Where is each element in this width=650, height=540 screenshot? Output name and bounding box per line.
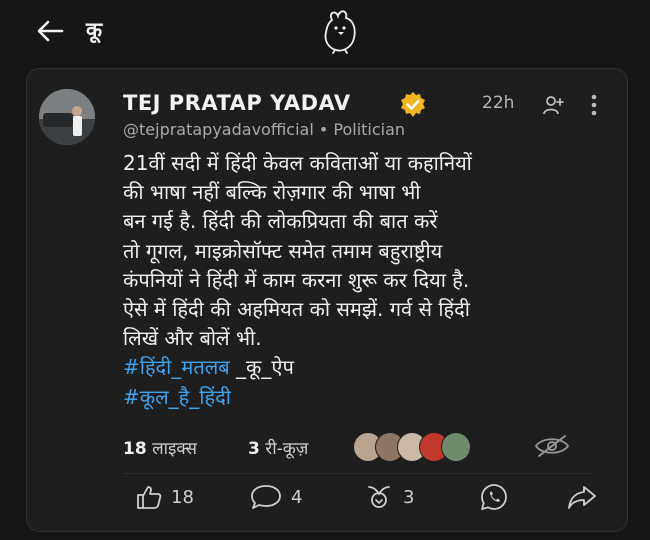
back-arrow-icon <box>37 20 64 42</box>
thumbs-up-icon <box>137 486 162 509</box>
share-icon <box>568 486 596 509</box>
hashtag-link[interactable]: #कूल_है_हिंदी <box>123 385 231 409</box>
post-text-line: की भाषा नहीं बल्कि रोज़गार की भाषा भी <box>123 180 421 205</box>
top-bar: कू <box>0 0 650 62</box>
author-name[interactable]: TEJ PRATAP YADAV <box>123 91 351 115</box>
rekoos-label: री-कूज़ <box>259 439 309 459</box>
comment-icon <box>251 485 281 509</box>
comment-count: 4 <box>291 486 303 508</box>
koo-post-card[interactable]: TEJ PRATAP YADAV 22h @tejpratapyadavoffi… <box>26 68 628 532</box>
engagement-stats: 18 लाइक्स 3 री-कूज़ <box>123 432 603 462</box>
liker-avatars[interactable] <box>353 432 483 462</box>
hashtag-line: #हिंदी_मतलब _कू_ऐप <box>123 353 623 382</box>
rekoo-icon <box>368 486 390 508</box>
post-text-line: तो गूगल, माइक्रोसॉफ्ट समेत तमाम बहुराष्ट… <box>123 238 443 263</box>
verified-badge-icon <box>401 92 425 117</box>
koo-bird-logo-icon <box>324 10 356 54</box>
post-text-line: ऐसे में हिंदी की अहमियत को समझें. गर्व स… <box>123 297 470 322</box>
post-time: 22h <box>482 93 515 113</box>
hashtag-suffix: _कू_ऐप <box>229 355 294 380</box>
liker-avatar <box>441 432 471 462</box>
likes-count: 18 <box>123 439 147 459</box>
post-text-line: लिखें और बोलें भी. <box>123 326 262 351</box>
hashtag-line: #कूल_है_हिंदी <box>123 383 623 412</box>
whatsapp-share-button[interactable] <box>479 481 509 513</box>
author-handle: @tejpratapyadavofficial • Politician <box>123 120 406 139</box>
comment-button[interactable]: 4 <box>249 481 302 513</box>
author-avatar[interactable] <box>39 89 95 145</box>
app-title: कू <box>86 18 103 42</box>
likes-label: लाइक्स <box>146 439 198 459</box>
rekoo-count: 3 <box>403 486 415 508</box>
back-button[interactable] <box>34 16 66 46</box>
more-vertical-icon[interactable] <box>587 91 601 119</box>
whatsapp-icon <box>481 484 507 510</box>
eye-off-icon[interactable] <box>533 434 571 458</box>
likes-stat[interactable]: 18 लाइक्स <box>123 436 197 459</box>
rekoos-stat[interactable]: 3 री-कूज़ <box>248 436 308 459</box>
like-button[interactable]: 18 <box>135 481 194 513</box>
share-button[interactable] <box>567 481 597 513</box>
follow-user-icon[interactable] <box>541 93 565 117</box>
rekoos-count: 3 <box>248 439 260 459</box>
post-text-line: 21वीं सदी में हिंदी केवल कविताओं या कहान… <box>123 151 472 175</box>
post-text-line: कंपनियों ने हिंदी में काम करना शुरू कर द… <box>123 267 470 292</box>
rekoo-button[interactable]: 3 <box>363 481 414 513</box>
post-body: 21वीं सदी में हिंदी केवल कविताओं या कहान… <box>123 149 623 412</box>
divider <box>123 473 593 474</box>
action-bar: 18 4 3 <box>27 477 627 517</box>
like-count: 18 <box>171 486 194 508</box>
post-text-line: बन गई है. हिंदी की लोकप्रियता की बात करे… <box>123 209 438 234</box>
hashtag-link[interactable]: #हिंदी_मतलब <box>123 355 230 379</box>
